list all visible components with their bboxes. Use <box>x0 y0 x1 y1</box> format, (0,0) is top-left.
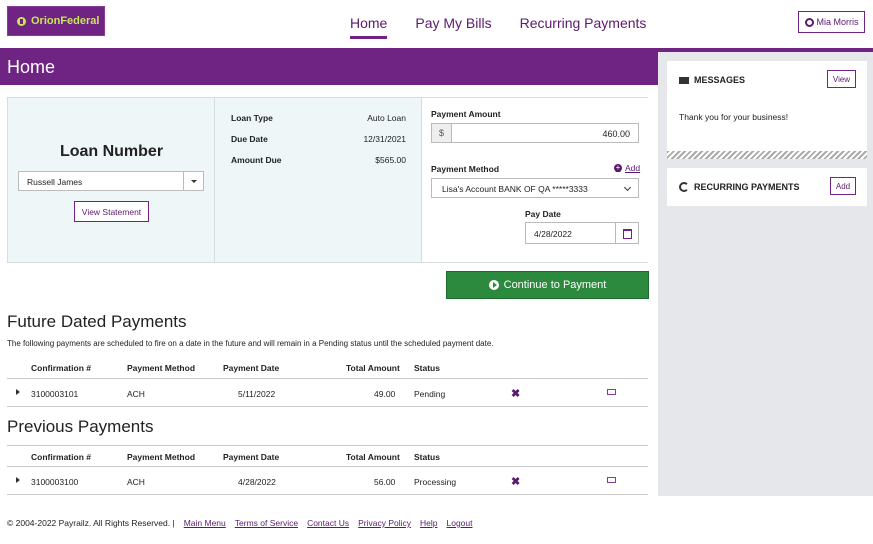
add-payment-method-link[interactable]: + Add <box>614 163 640 173</box>
messages-header: MESSAGES <box>679 75 745 85</box>
payment-form-column: Payment Amount $ 460.00 Payment Method +… <box>422 98 648 262</box>
amount-due-value: $565.00 <box>375 155 406 165</box>
email-receipt-icon[interactable] <box>607 477 616 483</box>
recurring-title: RECURRING PAYMENTS <box>694 182 800 192</box>
messages-view-button[interactable]: View <box>827 70 856 88</box>
cancel-payment-icon[interactable]: ✖ <box>511 475 520 488</box>
table-row[interactable]: 3100003100 ACH 4/28/2022 56.00 Processin… <box>7 467 648 495</box>
payment-date: 4/28/2022 <box>238 477 276 487</box>
sidebar-top-strip <box>658 48 873 52</box>
payment-status: Pending <box>414 389 446 399</box>
pay-date-input[interactable]: 4/28/2022 <box>525 222 639 244</box>
add-payment-method-label: Add <box>625 163 641 173</box>
envelope-icon <box>679 76 689 84</box>
brand-logo-icon <box>17 16 26 26</box>
arrow-right-circle-icon <box>488 280 499 290</box>
pay-date-value: 4/28/2022 <box>534 229 572 239</box>
future-payments-description: The following payments are scheduled to … <box>7 339 494 348</box>
footer-link-logout[interactable]: Logout <box>447 518 473 528</box>
col-confirmation: Confirmation # <box>31 452 91 462</box>
account-select-value: Russell James <box>27 177 83 187</box>
col-total-amount: Total Amount <box>346 452 400 462</box>
loan-select-column: Loan Number Russell James View Statement <box>8 98 215 262</box>
top-navigation: OrionFederal Home Pay My Bills Recurring… <box>0 0 873 48</box>
confirmation-number: 3100003101 <box>31 389 79 399</box>
payment-amount-input[interactable]: $ 460.00 <box>431 123 639 143</box>
col-payment-method: Payment Method <box>127 452 196 462</box>
expand-row-icon[interactable] <box>16 389 20 395</box>
col-confirmation: Confirmation # <box>31 363 91 373</box>
nav-recurring-payments[interactable]: Recurring Payments <box>520 0 647 40</box>
col-payment-date: Payment Date <box>223 363 280 373</box>
table-header: Confirmation # Payment Method Payment Da… <box>7 445 648 467</box>
email-receipt-icon[interactable] <box>607 389 616 395</box>
total-amount: 49.00 <box>374 389 396 399</box>
payment-status: Processing <box>414 477 457 487</box>
col-status: Status <box>414 452 440 462</box>
currency-prefix: $ <box>432 124 452 142</box>
table-header: Confirmation # Payment Method Payment Da… <box>7 357 648 379</box>
footer-link-help[interactable]: Help <box>420 518 437 528</box>
amount-due-label: Amount Due <box>231 155 282 165</box>
message-text: Thank you for your business! <box>679 112 789 122</box>
payment-amount-label: Payment Amount <box>431 109 501 119</box>
future-payments-title: Future Dated Payments <box>7 312 187 331</box>
footer: © 2004-2022 Payrailz. All Rights Reserve… <box>7 518 473 528</box>
user-name: Mia Morris <box>816 17 859 27</box>
page-title: Home <box>0 48 658 85</box>
payment-method: ACH <box>127 477 145 487</box>
view-statement-button[interactable]: View Statement <box>74 201 149 222</box>
loan-details-column: Loan Type Auto Loan Due Date 12/31/2021 … <box>215 98 422 262</box>
messages-title: MESSAGES <box>694 75 746 85</box>
recurring-payments-card: RECURRING PAYMENTS Add <box>667 168 867 206</box>
payment-date: 5/11/2022 <box>238 389 276 399</box>
payment-method: ACH <box>127 389 145 399</box>
messages-card: MESSAGES View Thank you for your busines… <box>667 61 867 153</box>
footer-link-contact[interactable]: Contact Us <box>307 518 349 528</box>
expand-row-icon[interactable] <box>16 477 20 483</box>
divider-hatch <box>667 151 867 159</box>
confirmation-number: 3100003100 <box>31 477 79 487</box>
recurring-icon <box>679 182 689 192</box>
pay-date-label: Pay Date <box>525 209 561 219</box>
nav-home[interactable]: Home <box>350 0 388 40</box>
cancel-payment-icon[interactable]: ✖ <box>511 387 520 400</box>
payment-amount-value: 460.00 <box>602 129 630 139</box>
recurring-add-button[interactable]: Add <box>830 177 856 195</box>
col-status: Status <box>414 363 440 373</box>
payment-method-select[interactable]: Lisa's Account BANK OF QA *****3333 <box>431 178 639 198</box>
brand-name: OrionFederal <box>31 15 100 27</box>
brand-logo[interactable]: OrionFederal <box>7 6 105 36</box>
table-row[interactable]: 3100003101 ACH 5/11/2022 49.00 Pending ✖ <box>7 379 648 407</box>
previous-payments-title: Previous Payments <box>7 417 154 436</box>
footer-link-terms[interactable]: Terms of Service <box>235 518 298 528</box>
continue-label: Continue to Payment <box>503 279 607 291</box>
calendar-icon[interactable] <box>615 223 638 243</box>
footer-link-main-menu[interactable]: Main Menu <box>184 518 226 528</box>
gear-icon <box>804 17 814 27</box>
copyright: © 2004-2022 Payrailz. All Rights Reserve… <box>7 518 175 528</box>
payment-method-label: Payment Method <box>431 164 500 174</box>
footer-link-privacy[interactable]: Privacy Policy <box>358 518 411 528</box>
col-payment-date: Payment Date <box>223 452 280 462</box>
col-payment-method: Payment Method <box>127 363 196 373</box>
continue-to-payment-button[interactable]: Continue to Payment <box>446 271 649 299</box>
caret-down-icon[interactable] <box>183 172 203 190</box>
sidebar: MESSAGES View Thank you for your busines… <box>658 48 873 496</box>
due-date-label: Due Date <box>231 134 268 144</box>
loan-number-title: Loan Number <box>59 143 164 160</box>
nav-pay-my-bills[interactable]: Pay My Bills <box>415 0 491 40</box>
account-select[interactable]: Russell James <box>18 171 204 191</box>
loan-type-label: Loan Type <box>231 113 273 123</box>
col-total-amount: Total Amount <box>346 363 400 373</box>
user-menu-button[interactable]: Mia Morris <box>798 11 865 33</box>
total-amount: 56.00 <box>374 477 396 487</box>
loan-type-value: Auto Loan <box>367 113 406 123</box>
due-date-value: 12/31/2021 <box>363 134 406 144</box>
plus-circle-icon: + <box>614 163 622 172</box>
main-nav: Home Pay My Bills Recurring Payments <box>350 0 674 40</box>
recurring-header: RECURRING PAYMENTS <box>679 182 800 192</box>
loan-payment-panel: Loan Number Russell James View Statement… <box>7 97 648 263</box>
